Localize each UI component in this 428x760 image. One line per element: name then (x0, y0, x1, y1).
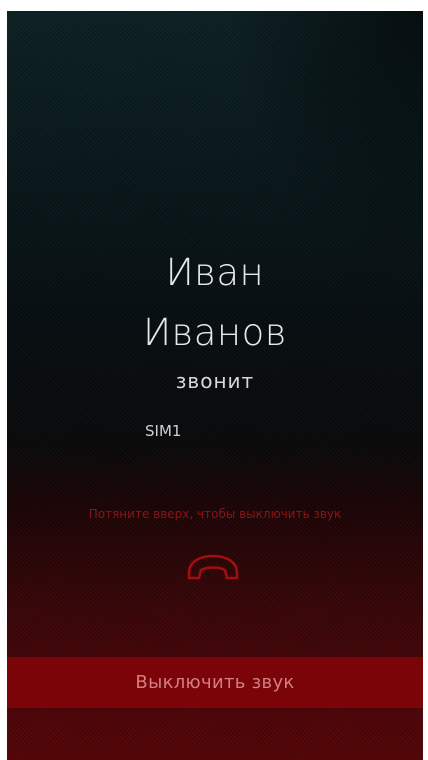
mute-button[interactable]: Выключить звук (7, 657, 423, 708)
swipe-handle[interactable] (181, 551, 245, 583)
caller-first-name: Иван (165, 251, 265, 294)
incoming-call-screen: Иван Иванов звонит SIM1 Потяните вверх, … (7, 11, 423, 760)
swipe-hint: Потяните вверх, чтобы выключить звук (88, 507, 342, 521)
caller-last-name: Иванов (143, 311, 287, 354)
call-status: звонит (175, 369, 255, 393)
phone-hangup-icon (187, 554, 239, 580)
mute-button-label: Выключить звук (135, 672, 295, 693)
sim-indicator: SIM1 (145, 422, 182, 440)
